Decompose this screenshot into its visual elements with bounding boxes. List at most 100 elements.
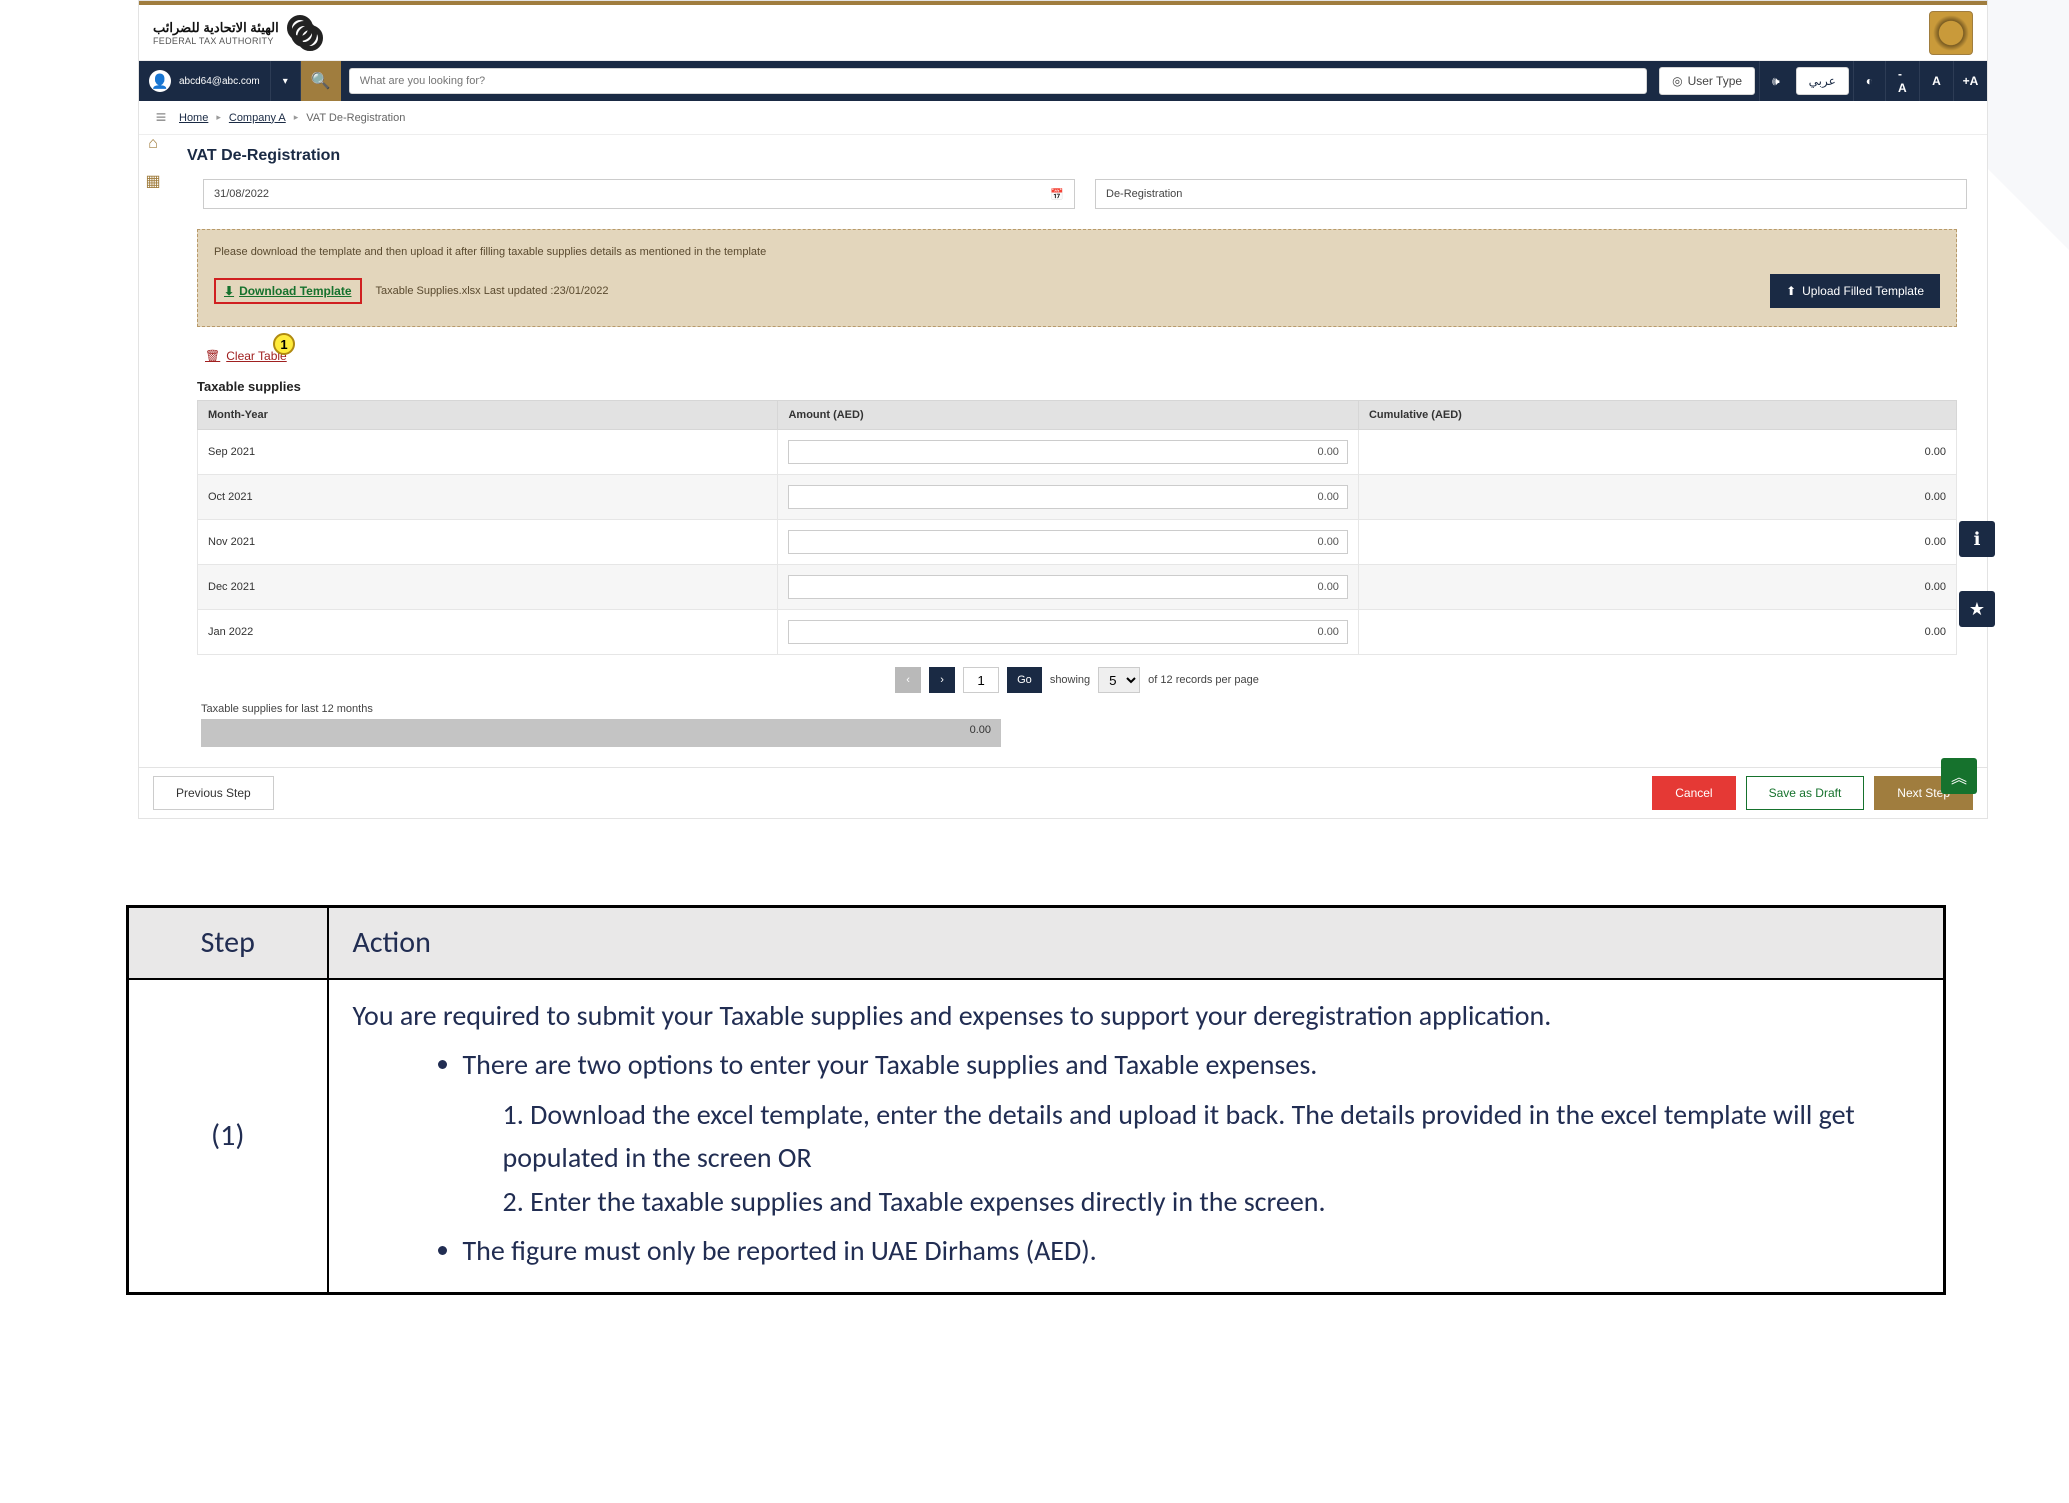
- effective-date-field[interactable]: 31/08/2022 📅: [203, 179, 1075, 209]
- table-row: Dec 2021 0.00: [198, 565, 1957, 610]
- text-increase[interactable]: +A: [1953, 61, 1987, 101]
- upload-template-button[interactable]: ⬆ Upload Filled Template: [1770, 274, 1940, 308]
- breadcrumb-current: VAT De-Registration: [306, 112, 405, 124]
- main-panel: VAT De-Registration 31/08/2022 📅 De-Regi…: [167, 135, 1987, 767]
- menu-icon[interactable]: ≡: [151, 107, 171, 128]
- table-row: Nov 2021 0.00: [198, 520, 1957, 565]
- language-toggle[interactable]: عربي: [1796, 67, 1849, 95]
- app-screenshot: الهيئة الاتحادية للضرائب FEDERAL TAX AUT…: [138, 0, 1988, 819]
- audio-button[interactable]: 🕪: [1759, 61, 1792, 101]
- left-icon-strip: ⌂ ▦: [139, 135, 167, 191]
- text-normal[interactable]: A: [1919, 61, 1953, 101]
- amount-input[interactable]: [788, 575, 1347, 599]
- save-draft-button[interactable]: Save as Draft: [1746, 776, 1865, 810]
- top-toolbar: 👤 abcd64@abc.com ▾ 🔍 ◎ User Type 🕪 عربي …: [139, 61, 1987, 101]
- step-callout-1: 1: [273, 333, 295, 355]
- home-icon[interactable]: ⌂: [148, 135, 158, 153]
- contrast-icon: ◐: [1866, 74, 1873, 88]
- amount-input[interactable]: [788, 440, 1347, 464]
- trash-icon: 🗑: [205, 349, 220, 363]
- col-amount: Amount (AED): [778, 401, 1358, 430]
- table-row: Oct 2021 0.00: [198, 475, 1957, 520]
- instr-para: You are required to submit your Taxable …: [353, 994, 1920, 1037]
- banner-note: Please download the template and then up…: [214, 246, 1940, 258]
- table-row: Jan 2022 0.00: [198, 610, 1957, 655]
- cell-cumulative: 0.00: [1358, 565, 1956, 610]
- cancel-button[interactable]: Cancel: [1652, 776, 1735, 810]
- cell-cumulative: 0.00: [1358, 430, 1956, 475]
- pager-per-page-select[interactable]: 5: [1098, 667, 1140, 693]
- wizard-footer: Previous Step Cancel Save as Draft Next …: [139, 767, 1987, 818]
- text-decrease[interactable]: -A: [1885, 61, 1919, 101]
- cell-month: Dec 2021: [198, 565, 778, 610]
- breadcrumb-company[interactable]: Company A: [229, 112, 286, 124]
- instr-num2: 2. Enter the taxable supplies and Taxabl…: [353, 1180, 1920, 1223]
- instr-action-cell: You are required to submit your Taxable …: [328, 979, 1945, 1294]
- breadcrumb-bar: ≡ Home ▸ Company A ▸ VAT De-Registration: [139, 101, 1987, 135]
- user-menu-chevron[interactable]: ▾: [271, 61, 301, 101]
- org-name-en: FEDERAL TAX AUTHORITY: [153, 36, 279, 46]
- total-12m-label: Taxable supplies for last 12 months: [201, 703, 1967, 715]
- cell-cumulative: 0.00: [1358, 610, 1956, 655]
- taxable-supplies-heading: Taxable supplies: [197, 379, 1967, 394]
- clear-table-link[interactable]: 🗑 Clear Table: [205, 349, 287, 363]
- info-icon: ℹ: [1974, 529, 1981, 550]
- download-icon: ⬇: [224, 284, 234, 298]
- pager-next-button[interactable]: ›: [929, 667, 955, 693]
- instruction-table: Step Action (1) You are required to subm…: [126, 905, 1946, 1295]
- download-template-link[interactable]: ⬇ Download Template: [214, 278, 362, 304]
- pager-page-input[interactable]: [963, 667, 999, 693]
- template-banner: Please download the template and then up…: [197, 229, 1957, 327]
- pager-go-button[interactable]: Go: [1007, 667, 1042, 693]
- search-icon: 🔍: [311, 71, 331, 91]
- uae-crest-icon: [1929, 11, 1973, 55]
- previous-step-button[interactable]: Previous Step: [153, 776, 274, 810]
- user-type-label: User Type: [1688, 74, 1742, 88]
- apps-icon[interactable]: ▦: [145, 171, 160, 191]
- dereg-type-value: De-Registration: [1106, 188, 1182, 200]
- user-menu[interactable]: 👤 abcd64@abc.com: [139, 61, 271, 101]
- chevron-right-icon: ▸: [216, 112, 221, 123]
- dereg-type-field[interactable]: De-Registration: [1095, 179, 1967, 209]
- cell-month: Jan 2022: [198, 610, 778, 655]
- amount-input[interactable]: [788, 530, 1347, 554]
- cell-month: Oct 2021: [198, 475, 778, 520]
- global-search-input[interactable]: [349, 68, 1647, 94]
- search-button[interactable]: 🔍: [301, 61, 341, 101]
- contrast-toggle[interactable]: ◐: [1853, 61, 1885, 101]
- table-pager: ‹ › Go showing 5 of 12 records per page: [187, 667, 1967, 693]
- org-name-ar: الهيئة الاتحادية للضرائب: [153, 20, 279, 36]
- upload-icon: ⬆: [1786, 284, 1796, 298]
- pager-prev-button[interactable]: ‹: [895, 667, 921, 693]
- app-header: الهيئة الاتحادية للضرائب FEDERAL TAX AUT…: [139, 5, 1987, 61]
- breadcrumb-home[interactable]: Home: [179, 112, 208, 124]
- amount-input[interactable]: [788, 485, 1347, 509]
- page-title: VAT De-Registration: [187, 141, 1967, 175]
- instr-bullet: There are two options to enter your Taxa…: [463, 1043, 1920, 1086]
- user-type-toggle[interactable]: ◎ User Type: [1659, 67, 1755, 95]
- pager-tail-label: of 12 records per page: [1148, 674, 1259, 686]
- cell-cumulative: 0.00: [1358, 520, 1956, 565]
- taxable-supplies-table: Month-Year Amount (AED) Cumulative (AED)…: [197, 400, 1957, 655]
- cell-month: Nov 2021: [198, 520, 778, 565]
- calendar-icon[interactable]: 📅: [1050, 188, 1064, 201]
- col-month-year: Month-Year: [198, 401, 778, 430]
- star-float-button[interactable]: ★: [1959, 591, 1995, 627]
- total-12m-value-box: 0.00: [201, 719, 1001, 747]
- template-file-info: Taxable Supplies.xlsx Last updated :23/0…: [376, 285, 609, 297]
- scroll-top-button[interactable]: ︽: [1941, 758, 1977, 794]
- avatar-icon: 👤: [149, 70, 171, 92]
- table-row: Sep 2021 0.00: [198, 430, 1957, 475]
- amount-input[interactable]: [788, 620, 1347, 644]
- cell-cumulative: 0.00: [1358, 475, 1956, 520]
- speaker-icon: 🕪: [1772, 74, 1780, 89]
- col-cumulative: Cumulative (AED): [1358, 401, 1956, 430]
- logo-icon: [287, 15, 323, 51]
- instr-num1: 1. Download the excel template, enter th…: [353, 1093, 1920, 1180]
- instr-bullet: The figure must only be reported in UAE …: [463, 1229, 1920, 1272]
- info-float-button[interactable]: ℹ: [1959, 521, 1995, 557]
- instr-step-cell: (1): [128, 979, 328, 1294]
- chevron-right-icon: ▸: [294, 112, 299, 123]
- instr-header-action: Action: [328, 907, 1945, 980]
- upload-template-label: Upload Filled Template: [1802, 284, 1924, 298]
